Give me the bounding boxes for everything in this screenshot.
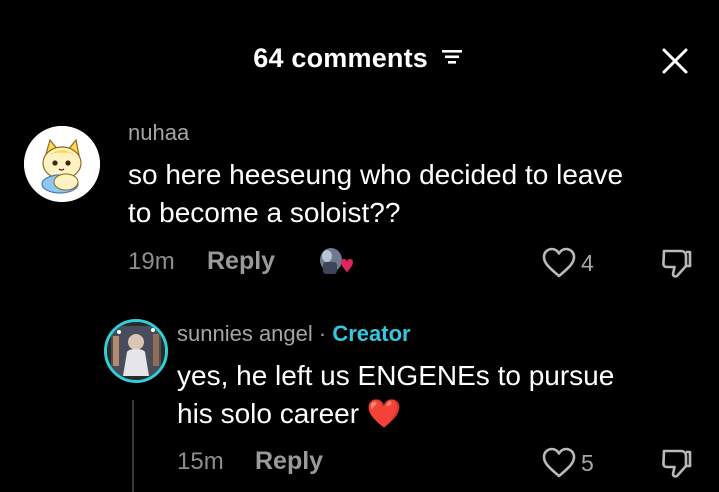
like-button[interactable]: 5 [541, 446, 621, 480]
like-button[interactable]: 4 [541, 246, 621, 280]
comment-text: so here heeseung who decided to leave to… [128, 156, 623, 232]
dislike-icon[interactable] [659, 246, 695, 282]
sticker-image[interactable] [317, 246, 357, 278]
comment-timestamp: 19m [128, 248, 175, 275]
heart-outline-icon [542, 447, 576, 478]
reply-text-line: yes, he left us ENGENEs to pursue [177, 360, 615, 391]
cartoon-cat-avatar[interactable] [24, 126, 100, 202]
comments-header: 64 comments [0, 34, 719, 86]
reply-username-row: sunnies angel · Creator [177, 321, 411, 347]
photo-avatar[interactable] [104, 319, 168, 383]
reply-button[interactable]: Reply [207, 247, 275, 276]
separator-dot: · [312, 321, 333, 346]
comment-text-line: so here heeseung who decided to leave [128, 159, 624, 190]
creator-badge: Creator [332, 321, 411, 346]
heart-outline-icon [542, 247, 576, 278]
reply-text-line: his solo career ❤️ [177, 398, 402, 429]
filter-icon[interactable] [440, 43, 466, 74]
like-count: 4 [581, 250, 594, 276]
like-count: 5 [581, 450, 594, 476]
dislike-icon[interactable] [659, 446, 695, 482]
close-icon[interactable] [658, 44, 692, 78]
comments-count-title: 64 comments [253, 43, 429, 74]
comments-panel: 64 comments nuhaa so here heeseung who d… [0, 0, 719, 492]
comment-username[interactable]: nuhaa [128, 120, 189, 146]
comment-text-line: to become a soloist?? [128, 197, 401, 228]
reply-text: yes, he left us ENGENEs to pursue his so… [177, 357, 614, 433]
reply-timestamp: 15m [177, 448, 224, 475]
reply-username[interactable]: sunnies angel [177, 321, 313, 346]
reply-button[interactable]: Reply [255, 447, 323, 476]
thread-line [132, 400, 134, 492]
comments-title-row: 64 comments [0, 42, 719, 74]
